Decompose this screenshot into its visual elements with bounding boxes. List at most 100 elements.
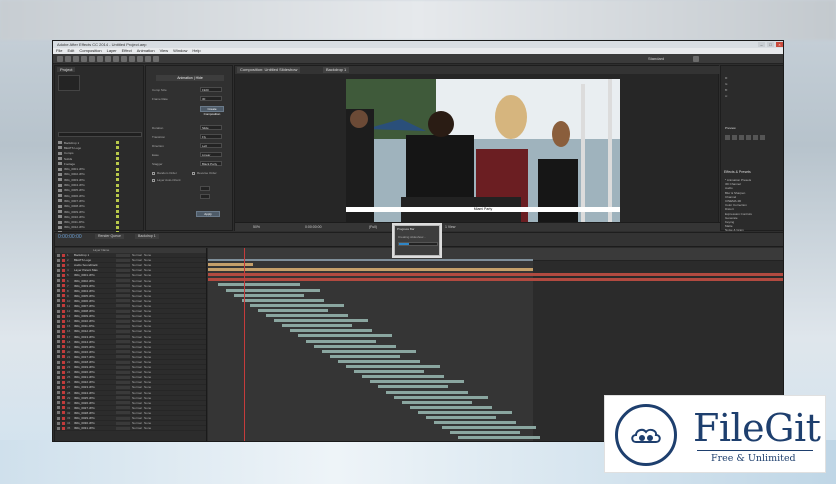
layer-parent[interactable]: None — [144, 299, 154, 303]
layer-duration-bar[interactable] — [208, 278, 783, 282]
layer-name[interactable]: IMG_0011.JPG — [74, 324, 114, 328]
layer-name[interactable]: IMG_0019.JPG — [74, 365, 114, 369]
layer-name[interactable]: IMG_0016.JPG — [74, 350, 114, 354]
layer-parent[interactable]: None — [144, 370, 154, 374]
visibility-eye-icon[interactable] — [57, 299, 60, 303]
layer-label-swatch[interactable] — [62, 309, 65, 313]
layer-duration-bar[interactable] — [394, 395, 488, 399]
layer-mode[interactable]: Normal — [132, 299, 142, 303]
layer-mode[interactable]: Normal — [132, 401, 142, 405]
layer-label-swatch[interactable] — [62, 370, 65, 374]
layer-switches[interactable] — [116, 319, 130, 323]
layer-switches[interactable] — [116, 284, 130, 288]
layer-duration-bar[interactable] — [338, 359, 420, 363]
visibility-eye-icon[interactable] — [57, 263, 60, 267]
visibility-eye-icon[interactable] — [57, 391, 60, 395]
layer-mode[interactable]: Normal — [132, 258, 142, 262]
maximize-button[interactable]: □ — [767, 42, 774, 47]
layer-label-swatch[interactable] — [62, 253, 65, 257]
layer-duration-bar[interactable] — [434, 421, 516, 425]
visibility-eye-icon[interactable] — [57, 370, 60, 374]
layer-mode[interactable]: Normal — [132, 375, 142, 379]
slider-field[interactable] — [200, 186, 210, 191]
layer-switches[interactable] — [116, 304, 130, 308]
layer-mode[interactable]: Normal — [132, 324, 142, 328]
visibility-eye-icon[interactable] — [57, 268, 60, 272]
layer-parent[interactable]: None — [144, 258, 154, 262]
layer-parent[interactable]: None — [144, 324, 154, 328]
layer-label-swatch[interactable] — [62, 355, 65, 359]
layer-switches[interactable] — [116, 273, 130, 277]
layer-label-swatch[interactable] — [62, 263, 65, 267]
layer-parent[interactable]: None — [144, 263, 154, 267]
visibility-eye-icon[interactable] — [57, 279, 60, 283]
layer-mode[interactable]: Normal — [132, 421, 142, 425]
visibility-eye-icon[interactable] — [57, 319, 60, 323]
visibility-eye-icon[interactable] — [57, 385, 60, 389]
layer-parent[interactable]: None — [144, 314, 154, 318]
layer-duration-bar[interactable] — [354, 370, 424, 374]
layer-label-swatch[interactable] — [62, 350, 65, 354]
layer-label-swatch[interactable] — [62, 360, 65, 364]
layer-mode[interactable]: Normal — [132, 340, 142, 344]
layer-mode[interactable]: Normal — [132, 380, 142, 384]
layer-name[interactable]: IMG_0005.JPG — [74, 294, 114, 298]
layer-parent[interactable]: None — [144, 345, 154, 349]
layer-parent[interactable]: None — [144, 365, 154, 369]
layer-switches[interactable] — [116, 416, 130, 420]
tab-composition[interactable]: Composition: Untitled Slideshow — [237, 67, 301, 73]
label-color-swatch[interactable] — [116, 215, 119, 219]
layer-name[interactable]: Audio Soundtrack — [74, 263, 114, 267]
layer-parent[interactable]: None — [144, 375, 154, 379]
label-color-swatch[interactable] — [116, 194, 119, 198]
layer-label-swatch[interactable] — [62, 375, 65, 379]
layer-name[interactable]: IMG_0024.JPG — [74, 391, 114, 395]
visibility-eye-icon[interactable] — [57, 375, 60, 379]
composition-viewer[interactable]: Miami Party — [346, 79, 620, 225]
layer-mode[interactable]: Normal — [132, 360, 142, 364]
layer-mode[interactable]: Normal — [132, 263, 142, 267]
layer-name[interactable]: IMG_0006.JPG — [74, 299, 114, 303]
layer-label-swatch[interactable] — [62, 421, 65, 425]
layer-name[interactable]: IMG_0029.JPG — [74, 416, 114, 420]
visibility-eye-icon[interactable] — [57, 345, 60, 349]
layer-switches[interactable] — [116, 299, 130, 303]
rotate-tool-icon[interactable] — [81, 56, 87, 62]
layer-mode[interactable]: Normal — [132, 365, 142, 369]
layer-switches[interactable] — [116, 268, 130, 272]
layer-parent[interactable]: None — [144, 421, 154, 425]
visibility-eye-icon[interactable] — [57, 324, 60, 328]
layer-label-swatch[interactable] — [62, 365, 65, 369]
visibility-eye-icon[interactable] — [57, 426, 60, 430]
views-select[interactable]: 1 View — [445, 225, 455, 229]
create-composition-button[interactable]: Create Composition — [200, 106, 224, 116]
visibility-eye-icon[interactable] — [57, 340, 60, 344]
layer-label-swatch[interactable] — [62, 385, 65, 389]
visibility-eye-icon[interactable] — [57, 350, 60, 354]
label-color-swatch[interactable] — [116, 167, 119, 171]
layer-name[interactable]: IMG_0007.JPG — [74, 304, 114, 308]
camera-tool-icon[interactable] — [89, 56, 95, 62]
layer-duration-bar[interactable] — [258, 308, 328, 312]
layer-duration-bar[interactable] — [250, 303, 344, 307]
layer-name[interactable]: IMG_0022.JPG — [74, 380, 114, 384]
last-frame-icon[interactable] — [753, 135, 758, 140]
layer-mode[interactable]: Normal — [132, 253, 142, 257]
layer-label-swatch[interactable] — [62, 396, 65, 400]
tab-backdrop-timeline[interactable]: Backdrop 1 — [135, 234, 159, 239]
layer-label-swatch[interactable] — [62, 329, 65, 333]
random-order-checkbox[interactable] — [152, 172, 155, 175]
layer-name[interactable]: IMG_0023.JPG — [74, 385, 114, 389]
label-color-swatch[interactable] — [116, 178, 119, 182]
prev-frame-icon[interactable] — [732, 135, 737, 140]
layer-name[interactable]: Backdrop 1 — [74, 253, 114, 257]
layer-switches[interactable] — [116, 426, 130, 430]
apply-button[interactable]: Apply — [196, 211, 220, 217]
layer-mode[interactable]: Normal — [132, 294, 142, 298]
layer-duration-bar[interactable] — [322, 349, 416, 353]
layer-label-swatch[interactable] — [62, 340, 65, 344]
layer-parent[interactable]: None — [144, 340, 154, 344]
layer-mode[interactable]: Normal — [132, 385, 142, 389]
layer-row[interactable]: 35 IMG_0031.JPG Normal None — [55, 426, 206, 432]
layer-switches[interactable] — [116, 411, 130, 415]
